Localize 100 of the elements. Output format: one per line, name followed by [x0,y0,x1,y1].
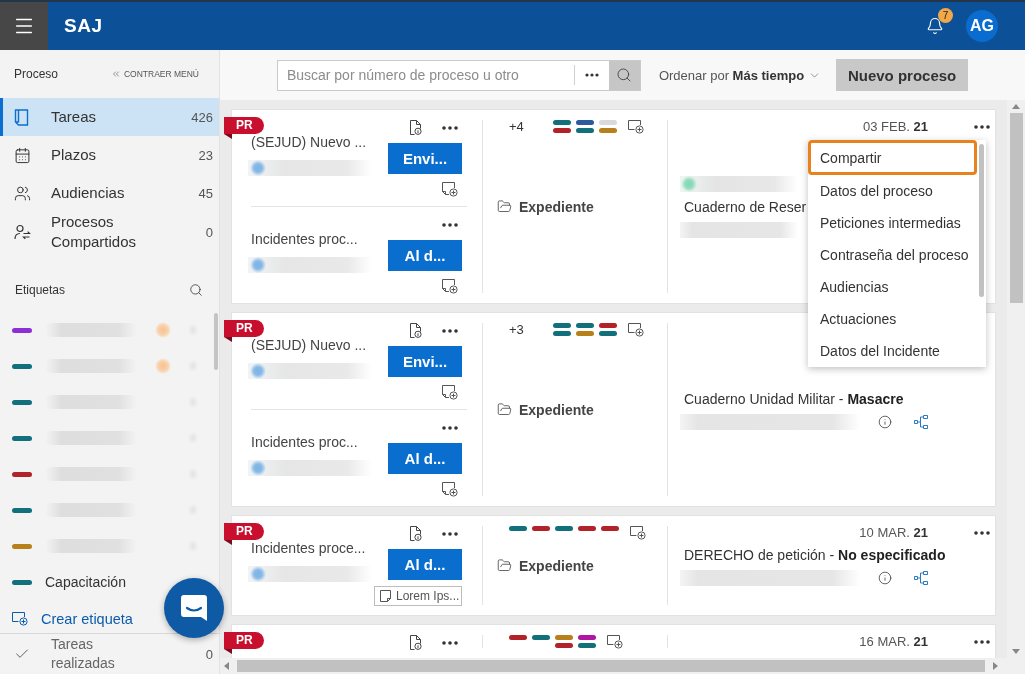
nav-item[interactable]: Procesos Compartidos 0 [0,212,219,252]
sort-dropdown[interactable]: Ordenar por Más tiempo [658,67,822,83]
add-tag-icon[interactable] [628,119,644,134]
tag-swatch-icon[interactable] [599,120,617,125]
tag-swatch-icon[interactable] [509,526,527,531]
tag-swatch-icon[interactable] [509,635,527,640]
more-icon[interactable] [974,639,990,644]
tag-swatch-icon[interactable] [578,643,596,648]
add-note-icon[interactable] [442,385,458,400]
nav-item[interactable]: Tareas 426 [0,98,219,136]
add-tag-icon[interactable] [628,322,644,337]
folder-icon [497,402,512,417]
document-info-icon[interactable] [410,120,422,135]
tag-swatch-icon[interactable] [578,526,596,531]
search-input[interactable]: Buscar por número de proceso u otro [277,60,574,90]
date-label: 03 FEB. 21 [862,119,928,134]
task-title[interactable]: Incidentes proce... [251,540,374,557]
document-info-icon[interactable] [410,323,422,338]
menu-item[interactable]: Compartir [808,140,977,175]
note-chip[interactable]: Lorem Ips... [374,586,462,606]
calendar-icon [14,146,31,164]
nav-item[interactable]: Audiencias 45 [0,174,219,212]
tag-swatch-icon[interactable] [553,120,571,125]
more-icon[interactable] [974,124,990,129]
tag-swatch-icon[interactable] [576,331,594,336]
people-icon [14,184,31,202]
search-button[interactable] [608,60,640,90]
tag-swatch-icon[interactable] [576,323,594,328]
create-tag-button[interactable]: Crear etiqueta [12,611,133,627]
folder-link[interactable]: Expediente [497,557,594,574]
vertical-scrollbar[interactable] [1007,100,1025,658]
tag-swatch-icon[interactable] [555,643,573,648]
more-icon[interactable] [442,425,458,430]
tag-swatch-icon[interactable] [555,635,573,640]
add-note-icon[interactable] [442,279,458,294]
more-icon[interactable] [442,328,458,333]
add-note-icon[interactable] [442,482,458,497]
nav-item[interactable]: Plazos 23 [0,136,219,174]
case-title[interactable]: Cuaderno Unidad Militar - Masacre [684,389,990,408]
section-title: Proceso [14,67,59,81]
tag-swatch-icon[interactable] [532,635,550,640]
tag-swatch-icon[interactable] [578,635,596,640]
add-tag-icon[interactable] [630,525,646,540]
hierarchy-icon[interactable] [914,414,928,429]
scrollbar-thumb[interactable] [237,660,985,672]
tag-swatch-icon[interactable] [553,331,571,336]
arrow-down-icon[interactable] [1012,649,1020,654]
action-button[interactable]: Al d... [388,240,462,271]
scrollbar-thumb[interactable] [1009,113,1023,303]
menu-item[interactable]: Datos del Incidente [808,335,977,367]
more-icon[interactable] [974,530,990,535]
search-icon[interactable] [189,283,203,297]
more-icon[interactable] [442,125,458,130]
info-icon[interactable] [878,570,892,585]
app-logo: SAJ [64,15,103,37]
task-title[interactable]: Incidentes proc... [251,434,388,451]
tag-swatch-icon[interactable] [576,120,594,125]
more-icon[interactable] [442,531,458,536]
scrollbar-thumb[interactable] [979,144,984,297]
tag-swatch-icon[interactable] [601,526,619,531]
horizontal-scrollbar[interactable] [220,658,1025,674]
user-avatar[interactable]: AG [966,10,998,42]
folder-link[interactable]: Expediente [497,198,594,215]
document-info-icon[interactable] [410,635,422,650]
info-icon[interactable] [878,414,892,429]
action-button[interactable]: Al d... [388,549,462,580]
search-field[interactable]: Buscar por número de proceso u otro [276,59,641,91]
tag-swatch-icon[interactable] [576,128,594,133]
tag-swatch-icon[interactable] [532,526,550,531]
action-button[interactable]: Envi... [388,346,462,377]
folder-icon [497,558,512,573]
arrow-right-icon[interactable] [993,662,998,670]
collapse-menu-button[interactable]: CONTRAER MENÚ [110,69,199,79]
tag-swatch-icon[interactable] [553,323,571,328]
action-button[interactable]: Envi... [388,143,462,174]
hierarchy-icon[interactable] [914,570,928,585]
tag-swatch-icon[interactable] [553,128,571,133]
arrow-left-icon[interactable] [224,662,229,670]
folder-link[interactable]: Expediente [497,401,594,418]
add-note-icon[interactable] [442,182,458,197]
task-title[interactable]: Incidentes proc... [251,231,388,248]
tag-swatch-icon[interactable] [599,128,617,133]
tag-swatch-icon[interactable] [555,526,573,531]
arrow-up-icon[interactable] [1012,104,1020,109]
more-icon[interactable] [442,640,458,645]
document-info-icon[interactable] [410,526,422,541]
tag-swatch-icon[interactable] [599,331,617,336]
action-button[interactable]: Al d... [388,443,462,474]
double-chevron-icon [110,69,121,79]
case-title[interactable]: DERECHO de petición - No especificado [684,545,990,564]
add-tag-icon[interactable] [607,634,623,649]
menu-button[interactable] [0,2,48,50]
new-process-button[interactable]: Nuevo proceso [836,59,969,91]
more-icon[interactable] [442,222,458,227]
tag-swatch-icon[interactable] [599,323,617,328]
tag-item[interactable]: Capacitación [0,564,134,600]
bell-icon[interactable] [926,17,944,35]
nav-item[interactable]: Tareas realizadas 0 [0,634,219,674]
more-icon [584,73,599,77]
add-tag-icon[interactable] [12,612,28,626]
